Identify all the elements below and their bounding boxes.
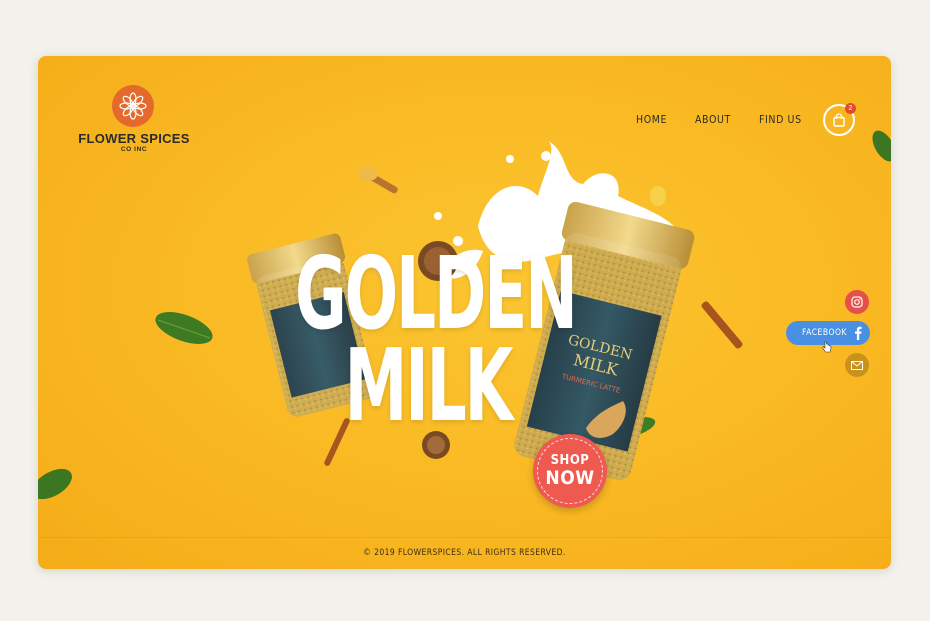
leaf-top-right-icon [872, 130, 891, 162]
page-frame: FLOWER SPICES CO INC HOME ABOUT FIND US … [38, 56, 891, 569]
shop-now-border [537, 438, 603, 504]
hero-headline: GOLDEN MILK [238, 244, 618, 444]
facebook-icon [855, 326, 862, 340]
email-button[interactable] [845, 353, 869, 377]
headline-line-2: MILK [344, 327, 514, 444]
cursor-hand-icon [822, 341, 832, 353]
shop-now-button[interactable]: SHOP NOW [533, 434, 607, 508]
instagram-button[interactable] [845, 290, 869, 314]
footer-divider [38, 537, 891, 538]
footer-copyright: © 2019 FLOWERSPICES. ALL RIGHTS RESERVED… [363, 548, 566, 558]
facebook-label: FACEBOOK [802, 328, 848, 338]
cinnamon-stick-icon [701, 301, 743, 349]
leaf-left-icon [155, 312, 213, 344]
leaf-bottom-left-icon [38, 468, 72, 500]
instagram-icon [851, 296, 863, 308]
mail-icon [851, 360, 863, 370]
